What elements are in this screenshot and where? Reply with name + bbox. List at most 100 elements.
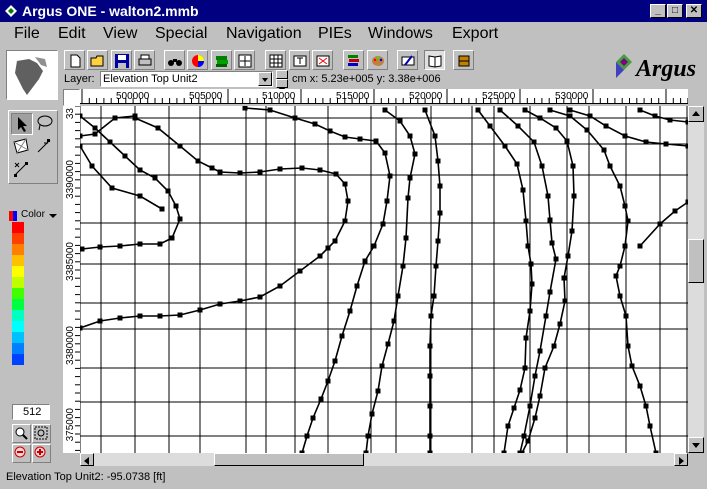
open-button[interactable] [87,50,108,70]
maximize-button[interactable]: □ [667,4,683,18]
arrow-up-icon [692,111,700,116]
menu-windows[interactable]: Windows [368,25,433,43]
contour-vertex [435,238,441,244]
contour-vertex [523,335,529,341]
layer-up-button[interactable] [276,70,288,83]
contour-vertex [92,131,98,137]
contour-vertex [117,243,123,249]
contour-vertex [177,312,183,318]
color-label: Color [21,209,45,220]
polygon-icon [13,138,29,154]
menu-edit[interactable]: Edit [58,25,86,43]
layer-select[interactable]: Elevation Top Unit2 [100,71,273,87]
horizontal-scrollbar[interactable] [80,453,688,466]
layer-down-button[interactable] [276,79,288,92]
scroll-left-button[interactable] [80,453,94,466]
contour-vertex [497,107,503,113]
map-canvas[interactable] [80,106,688,453]
grid-button[interactable] [265,50,286,70]
contour-vertex [637,107,643,113]
save-button[interactable] [111,50,132,70]
contour-vertex [517,387,523,393]
contour-vertex [522,107,528,113]
find-button[interactable] [164,50,185,70]
contour-vertex [525,438,531,444]
contour-vertex [371,243,377,249]
contour-vertex [637,243,643,249]
layers-button[interactable] [211,50,232,70]
scroll-down-button[interactable] [688,437,704,453]
menu-special[interactable]: Special [155,25,207,43]
contour-vertex [354,283,360,289]
coordinate-readout: cm x: 5.23e+005 y: 3.38e+006 [292,73,441,85]
palette-button[interactable] [367,50,388,70]
color-swatch [12,310,24,321]
contour-vertex [382,150,388,156]
contour-vertex [567,107,573,113]
contour-vertex [432,133,438,139]
edit-button[interactable] [397,50,418,70]
minimize-button[interactable]: _ [650,4,666,18]
point-tool[interactable] [34,136,56,158]
horizontal-scroll-thumb[interactable] [214,453,364,466]
contour-vertex [565,253,571,259]
vertical-scroll-thumb[interactable] [688,239,704,283]
contour-vertex [617,263,623,269]
contour-vertex [373,138,379,144]
contour-vertex [629,363,635,369]
close-icon: ✕ [689,5,699,16]
contour-vertex [257,169,263,175]
scroll-right-button[interactable] [674,453,688,466]
ruler-x-label: 505000 [189,91,223,102]
new-button[interactable] [64,50,85,70]
contour-vertex [369,411,375,417]
layer-dropdown-button[interactable] [258,72,272,86]
polygon-tool[interactable] [11,136,33,158]
contour-vertex [431,293,437,299]
select-tool[interactable] [11,113,33,135]
ruler-y-label: 33 [65,108,76,120]
contour-vertex [209,165,215,171]
contour-vertex [318,396,324,402]
delete-button[interactable] [312,50,333,70]
line-tool[interactable] [11,159,33,181]
color-button[interactable] [187,50,208,70]
menu-file[interactable]: File [14,25,40,43]
vertical-scrollbar[interactable] [688,106,704,453]
color-selector[interactable]: Color [8,209,58,223]
menu-bar: File Edit View Special Navigation PIEs W… [0,22,707,46]
color-swatch [12,299,24,310]
zoom-window-button[interactable] [12,424,31,443]
contour-vertex [672,208,678,214]
zoom-field[interactable]: 512 [12,404,50,420]
menu-view[interactable]: View [103,25,137,43]
zoom-extent-button[interactable] [234,50,255,70]
vertical-ruler: 33 3390000 3385000 3380000 375000 [63,106,81,453]
menu-navigation[interactable]: Navigation [226,25,302,43]
arrow-left-icon [84,457,89,465]
contour-map[interactable] [80,106,688,453]
zoom-box-button[interactable] [32,424,51,443]
overview-map[interactable] [6,50,58,100]
tool-button[interactable] [453,50,474,70]
zoom-out-icon [14,446,26,458]
chevron-down-icon [262,78,268,82]
print-button[interactable] [134,50,155,70]
scroll-up-button[interactable] [688,106,704,122]
contour-vertex [137,167,143,173]
layer-stack-button[interactable] [343,50,364,70]
book-button[interactable] [424,50,445,70]
contour-vertex [387,173,393,179]
contour-vertex [405,195,411,201]
argus-app-icon [5,5,17,17]
contour-vertex [545,193,551,199]
contour-vertex [89,163,95,169]
menu-pies[interactable]: PIEs [318,25,352,43]
menu-export[interactable]: Export [452,25,498,43]
lasso-tool[interactable] [34,113,56,135]
zoom-in-button[interactable] [32,444,51,463]
zoom-out-button[interactable] [12,444,31,463]
close-button[interactable]: ✕ [686,4,702,18]
text-button[interactable] [289,50,310,70]
contour-vertex [362,258,368,264]
